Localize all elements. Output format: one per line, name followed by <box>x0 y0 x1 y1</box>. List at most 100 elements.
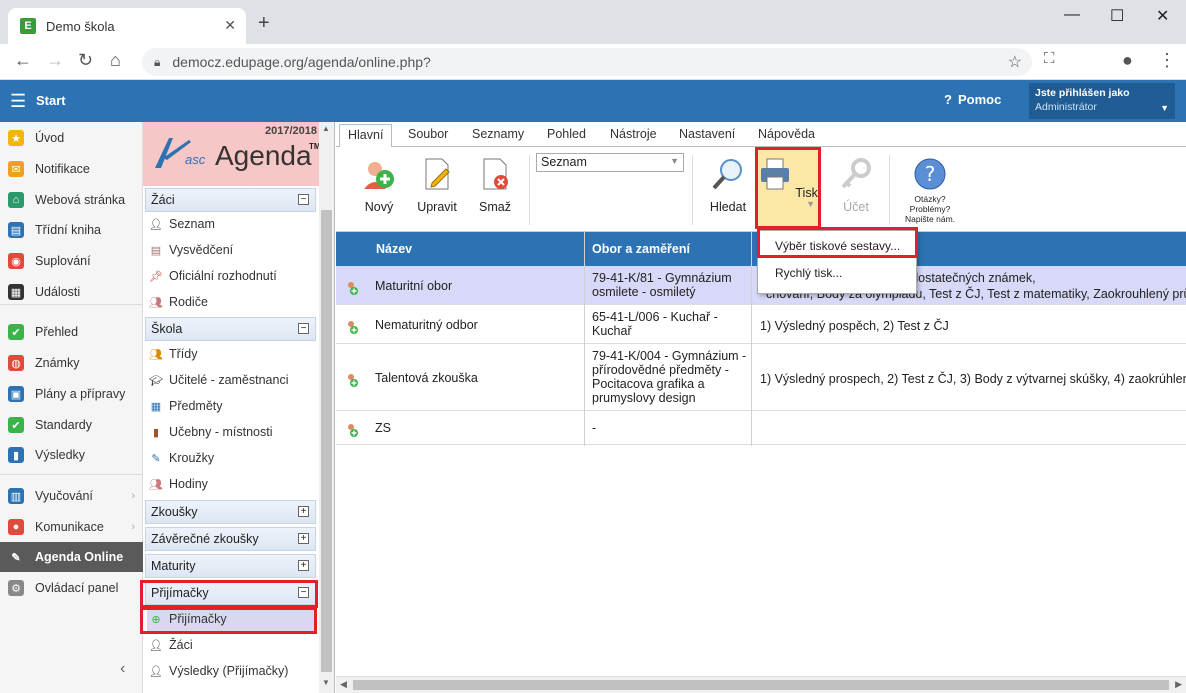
open-book-icon: ▥ <box>8 488 24 504</box>
minimize-icon[interactable]: — <box>1064 6 1080 24</box>
nav-item-známky[interactable]: ◍ Známky <box>0 348 143 378</box>
table-row[interactable]: ZS - <box>336 411 1186 445</box>
collapse-icon[interactable]: − <box>298 587 309 598</box>
nav-item-události[interactable]: ▦ Události <box>0 277 143 307</box>
collapse-icon[interactable]: − <box>298 194 309 205</box>
tab-napoveda[interactable]: Nápověda <box>758 127 815 141</box>
nav-item-notifikace[interactable]: ✉ Notifikace <box>0 154 143 184</box>
nav-item-suplování[interactable]: ◉ Suplování <box>0 246 143 276</box>
sidebar-item-ucitele[interactable]: 🎓︎ Učitelé - zaměstnanci <box>147 368 316 392</box>
sidebar-item-prijimacky-zaci[interactable]: 👤︎ Žáci <box>147 633 316 657</box>
column-header-nazev[interactable]: Název <box>376 242 412 256</box>
sidebar-item-rozhodnuti[interactable]: 📌︎ Oficiální rozhodnutí <box>147 264 316 288</box>
tab-soubor[interactable]: Soubor <box>408 127 448 141</box>
column-header-obor[interactable]: Obor a zaměření <box>592 242 690 256</box>
section-zaverecne-zkousky[interactable]: Závěrečné zkoušky + <box>145 527 316 551</box>
section-skola[interactable]: Škola − <box>145 317 316 341</box>
expand-icon[interactable]: + <box>298 533 309 544</box>
collapse-sidebar-icon[interactable]: ‹ <box>120 660 125 678</box>
tab-seznamy[interactable]: Seznamy <box>472 127 524 141</box>
url-field[interactable]: 🔒︎ democz.edupage.org/agenda/online.php?… <box>142 48 1032 76</box>
expand-icon[interactable]: + <box>298 560 309 571</box>
cell-detail: 1) Výsledný pospěch, 2) Test z ČJ <box>760 318 949 334</box>
section-prijimacky[interactable]: Přijímačky − <box>145 581 316 605</box>
scroll-left-icon[interactable]: ◀ <box>340 679 347 690</box>
ucet-button[interactable]: Účet <box>826 153 886 223</box>
upravit-button[interactable]: Upravit <box>407 153 467 223</box>
user-menu[interactable]: Jste přihlášen jako Administrátor ▼ <box>1029 83 1175 119</box>
start-link[interactable]: Start <box>36 93 66 108</box>
new-tab-icon[interactable]: + <box>258 12 270 35</box>
close-window-icon[interactable]: ✕ <box>1156 6 1169 26</box>
nav-item-agenda-online[interactable]: ✎ Agenda Online <box>0 542 143 572</box>
sidebar-item-predmety[interactable]: ▦ Předměty <box>147 394 316 418</box>
nav-item-label: Notifikace <box>35 162 90 176</box>
browser-menu-icon[interactable]: ⋮ <box>1158 50 1176 71</box>
sidebar-item-prijimacky[interactable]: ⊕ Přijímačky <box>147 607 316 631</box>
tisk-button[interactable]: Tisk ▼ <box>757 153 819 223</box>
sidebar-item-krouzky[interactable]: ✎ Kroužky <box>147 446 316 470</box>
nav-item-vyučování[interactable]: ▥ Vyučování › <box>0 481 143 511</box>
nav-item-výsledky[interactable]: ▮ Výsledky <box>0 440 143 470</box>
scroll-up-icon[interactable]: ▲ <box>322 124 330 133</box>
scroll-right-icon[interactable]: ▶ <box>1175 679 1182 690</box>
browser-tab[interactable]: E Demo škola ✕ <box>8 8 246 44</box>
sidebar-item-vysledky-prijimacky[interactable]: 👤︎ Výsledky (Přijímačky) <box>147 659 316 683</box>
column-divider <box>751 232 752 446</box>
nav-item-webová-stránka[interactable]: ⌂ Webová stránka <box>0 185 143 215</box>
bookmark-star-icon[interactable]: ☆ <box>1008 52 1022 72</box>
sidebar-item-rodice[interactable]: 👥︎ Rodiče <box>147 290 316 314</box>
menu-item-rychly-tisk[interactable]: Rychlý tisk... <box>775 266 842 280</box>
list-select[interactable]: Seznam ▼ <box>536 153 684 172</box>
dropdown-arrow-icon[interactable]: ▼ <box>806 199 815 209</box>
reload-icon[interactable]: ↻ <box>78 50 93 71</box>
scroll-thumb[interactable] <box>353 680 1169 690</box>
sidebar-item-ucebny[interactable]: ▮ Učebny - místnosti <box>147 420 316 444</box>
sidebar-item-seznam[interactable]: 👤︎ Seznam <box>147 212 316 236</box>
section-maturity[interactable]: Maturity + <box>145 554 316 578</box>
help-link[interactable]: ? Pomoc <box>944 92 1001 107</box>
section-zaci[interactable]: Žáci − <box>145 188 316 212</box>
nav-item-úvod[interactable]: ★ Úvod <box>0 123 143 153</box>
collapse-icon[interactable]: − <box>298 323 309 334</box>
parents-icon: 👥︎ <box>149 296 163 309</box>
close-tab-icon[interactable]: ✕ <box>224 17 236 34</box>
sidebar-item-hodiny[interactable]: 👥︎ Hodiny <box>147 472 316 496</box>
svg-text:?: ? <box>925 162 936 186</box>
smaz-button[interactable]: Smaž <box>465 153 525 223</box>
nav-item-komunikace[interactable]: ● Komunikace › <box>0 512 143 542</box>
nav-item-ovládací-panel[interactable]: ⚙ Ovládací panel <box>0 573 143 603</box>
chevron-down-icon: ▼ <box>1160 103 1169 113</box>
tab-hlavni[interactable]: Hlavní <box>339 124 393 148</box>
table-row[interactable]: Talentová zkouška 79-41-K/004 - Gymnázium… <box>336 344 1186 411</box>
section-zkousky[interactable]: Zkoušky + <box>145 500 316 524</box>
hamburger-menu-icon[interactable]: ☰ <box>10 91 26 112</box>
home-icon[interactable]: ⌂ <box>110 50 121 71</box>
sidebar-item-vysvedceni[interactable]: ▤ Vysvědčení <box>147 238 316 262</box>
maximize-icon[interactable]: ☐ <box>1110 6 1124 26</box>
grid-horizontal-scrollbar[interactable]: ◀ ▶ <box>336 676 1186 693</box>
table-row[interactable]: Nematuritný odbor 65-41-L/006 - Kuchař -K… <box>336 305 1186 344</box>
cast-icon[interactable]: ⛶ <box>1044 50 1055 67</box>
scroll-down-icon[interactable]: ▼ <box>322 678 330 687</box>
back-icon[interactable]: ← <box>14 50 32 71</box>
nav-item-plány-a-přípravy[interactable]: ▣ Plány a přípravy <box>0 379 143 409</box>
sidebar-scrollbar[interactable]: ▲ ▼ <box>319 122 334 693</box>
profile-icon[interactable]: ● <box>1122 50 1133 71</box>
tab-pohled[interactable]: Pohled <box>547 127 586 141</box>
sidebar-item-tridy[interactable]: 👥︎ Třídy <box>147 342 316 366</box>
lessons-icon: 👥︎ <box>149 478 163 491</box>
tab-nastaveni[interactable]: Nastavení <box>679 127 735 141</box>
graduation-cap-icon: 🎓︎ <box>149 374 163 387</box>
forward-icon[interactable]: → <box>46 50 64 71</box>
tab-nastroje[interactable]: Nástroje <box>610 127 657 141</box>
hledat-button[interactable]: Hledat <box>698 153 758 223</box>
scroll-thumb[interactable] <box>321 210 332 672</box>
nav-item-standardy[interactable]: ✔ Standardy <box>0 410 143 440</box>
novy-button[interactable]: Nový <box>349 153 409 223</box>
menu-item-vyber-sestavy[interactable]: Výběr tiskové sestavy... <box>775 239 900 253</box>
nav-item-třídní-kniha[interactable]: ▤ Třídní kniha <box>0 215 143 245</box>
nav-item-přehled[interactable]: ✔ Přehled <box>0 317 143 347</box>
expand-icon[interactable]: + <box>298 506 309 517</box>
sidebar-item-label: Předměty <box>169 399 223 413</box>
